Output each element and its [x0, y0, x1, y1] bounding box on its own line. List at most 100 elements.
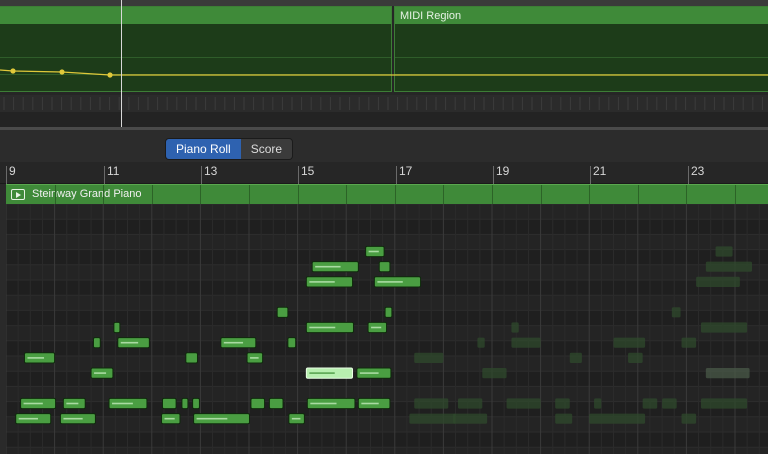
tab-score[interactable]: Score [240, 139, 293, 159]
region-segment-line [735, 185, 736, 205]
key-lane [6, 447, 768, 454]
midi-note [384, 306, 393, 318]
note-body [457, 398, 483, 409]
note-body [705, 368, 750, 379]
region-segment-line [346, 185, 348, 205]
note-body [642, 398, 658, 409]
ghost-note [671, 307, 681, 318]
note-body [414, 398, 449, 409]
ghost-note [700, 398, 748, 409]
ghost-note [511, 337, 541, 348]
region-segment-line [443, 185, 445, 205]
velocity-line [310, 402, 337, 405]
bar-label: 15 [301, 164, 315, 178]
midi-note [161, 397, 177, 410]
ghost-note [613, 337, 646, 348]
tracks-bottom [0, 112, 768, 128]
velocity-line [368, 250, 379, 253]
velocity-line [291, 417, 301, 420]
ghost-note [681, 337, 697, 348]
note-body [681, 337, 697, 348]
note-body [384, 306, 393, 318]
midi-note [276, 306, 289, 318]
bar-tick [298, 166, 299, 184]
ghost-note [555, 413, 573, 424]
bar-label: 13 [204, 164, 218, 178]
velocity-line [250, 357, 259, 359]
note-body [700, 322, 748, 333]
velocity-line [164, 417, 175, 420]
ghost-note [696, 276, 740, 287]
tracks-beat-ticks [0, 95, 768, 112]
region-segment-line [394, 185, 396, 205]
bar-tick [104, 166, 105, 184]
midi-note [288, 413, 305, 425]
velocity-line [223, 341, 244, 344]
velocity-line [120, 341, 139, 344]
note-body [161, 397, 177, 410]
velocity-line [196, 417, 228, 420]
midi-note [92, 337, 101, 349]
note-body [276, 306, 289, 318]
note-body [506, 398, 541, 409]
bar-tick [201, 166, 202, 184]
midi-note [185, 352, 198, 364]
midi-note [246, 352, 264, 364]
ghost-note [482, 368, 507, 379]
bar-tick [590, 166, 591, 184]
ghost-note [511, 322, 519, 333]
ghost-note [594, 398, 602, 409]
note-body [555, 398, 570, 409]
note-body [453, 413, 488, 424]
region-segment-line [249, 185, 250, 205]
editor-ruler[interactable]: 9 11 13 15 17 19 21 23 [0, 162, 768, 184]
midi-note [161, 413, 181, 425]
ghost-note [569, 352, 582, 363]
playhead[interactable] [121, 0, 122, 128]
note-body [671, 307, 681, 318]
velocity-line [309, 326, 336, 329]
midi-note [305, 276, 354, 288]
ghost-note [715, 246, 733, 257]
note-body [181, 397, 189, 410]
note-body [681, 413, 697, 424]
editor-header: Piano Roll Score [0, 130, 768, 162]
velocity-line [27, 357, 45, 359]
velocity-line [94, 372, 107, 374]
tracks-area: MIDI Region [0, 0, 768, 128]
midi-note [378, 261, 391, 273]
ghost-note [453, 413, 488, 424]
midi-note [181, 397, 189, 410]
region-segment-line [151, 185, 153, 205]
midi-note [62, 397, 86, 410]
note-body [628, 352, 643, 363]
bar-label: 11 [107, 164, 120, 178]
midi-note [356, 367, 392, 379]
bar-label: 21 [593, 164, 607, 178]
automation-point [107, 72, 113, 78]
midi-note [108, 397, 148, 410]
key-lane [6, 204, 768, 220]
ghost-note [414, 398, 449, 409]
ghost-note [414, 352, 444, 363]
midi-note [20, 397, 57, 410]
ghost-note [506, 398, 541, 409]
note-body [378, 261, 391, 273]
velocity-line [371, 326, 382, 329]
ghost-note [457, 398, 483, 409]
selected-note [305, 367, 354, 379]
ghost-note [477, 337, 485, 348]
piano-roll-canvas[interactable] [6, 204, 768, 454]
ghost-note [589, 413, 646, 424]
piano-roll-grid[interactable] [6, 204, 768, 454]
bar-tick [493, 166, 494, 184]
midi-note [268, 397, 284, 410]
midi-note [305, 321, 354, 334]
ghost-note [642, 398, 658, 409]
ghost-note [409, 413, 456, 424]
tab-piano-roll[interactable]: Piano Roll [166, 139, 241, 159]
velocity-line [112, 402, 133, 405]
region-play-icon[interactable] [11, 189, 25, 200]
region-strip[interactable]: Steinway Grand Piano [6, 184, 768, 205]
note-body [113, 321, 121, 334]
